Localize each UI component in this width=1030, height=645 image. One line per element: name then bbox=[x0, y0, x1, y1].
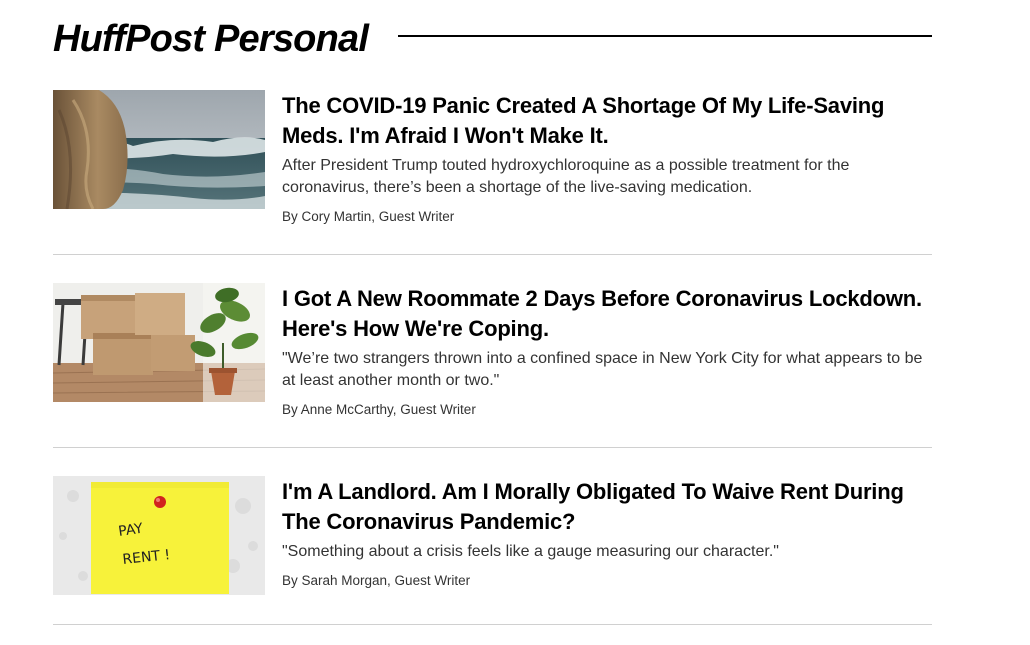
article-divider bbox=[53, 447, 932, 448]
article-byline[interactable]: By Cory Martin, Guest Writer bbox=[282, 208, 932, 226]
huffpost-personal-section: HuffPost Personal The COVID-19 Panic Cre… bbox=[53, 0, 932, 642]
section-header-rule bbox=[398, 35, 932, 37]
article-card: PAY RENT ! I'm A Landlord. Am I Morally … bbox=[53, 476, 932, 645]
moving-boxes-image bbox=[53, 283, 265, 402]
article-body: I'm A Landlord. Am I Morally Obligated T… bbox=[282, 476, 932, 590]
article-card: The COVID-19 Panic Created A Shortage Of… bbox=[53, 90, 932, 259]
article-thumbnail-ocean[interactable] bbox=[53, 90, 265, 209]
article-headline[interactable]: The COVID-19 Panic Created A Shortage Of… bbox=[282, 91, 932, 151]
article-dek: After President Trump touted hydroxychlo… bbox=[282, 157, 850, 196]
article-thumbnail-boxes[interactable] bbox=[53, 283, 265, 402]
article-body: The COVID-19 Panic Created A Shortage Of… bbox=[282, 90, 932, 226]
article-divider bbox=[53, 254, 932, 255]
article-headline[interactable]: I'm A Landlord. Am I Morally Obligated T… bbox=[282, 477, 932, 537]
section-title[interactable]: HuffPost Personal bbox=[53, 15, 369, 63]
article-thumbnail-sticky-note[interactable]: PAY RENT ! bbox=[53, 476, 265, 595]
article-dek: "Something about a crisis feels like a g… bbox=[282, 543, 779, 560]
article-byline[interactable]: By Sarah Morgan, Guest Writer bbox=[282, 572, 932, 590]
article-headline[interactable]: I Got A New Roommate 2 Days Before Coron… bbox=[282, 284, 932, 344]
article-dek: "We’re two strangers thrown into a confi… bbox=[282, 350, 923, 389]
article-byline[interactable]: By Anne McCarthy, Guest Writer bbox=[282, 401, 932, 419]
woman-ocean-image bbox=[53, 90, 265, 209]
article-card: I Got A New Roommate 2 Days Before Coron… bbox=[53, 283, 932, 452]
section-header: HuffPost Personal bbox=[53, 15, 932, 63]
pay-rent-sticky-note-image: PAY RENT ! bbox=[53, 476, 265, 595]
article-divider bbox=[53, 624, 932, 625]
article-body: I Got A New Roommate 2 Days Before Coron… bbox=[282, 283, 932, 419]
